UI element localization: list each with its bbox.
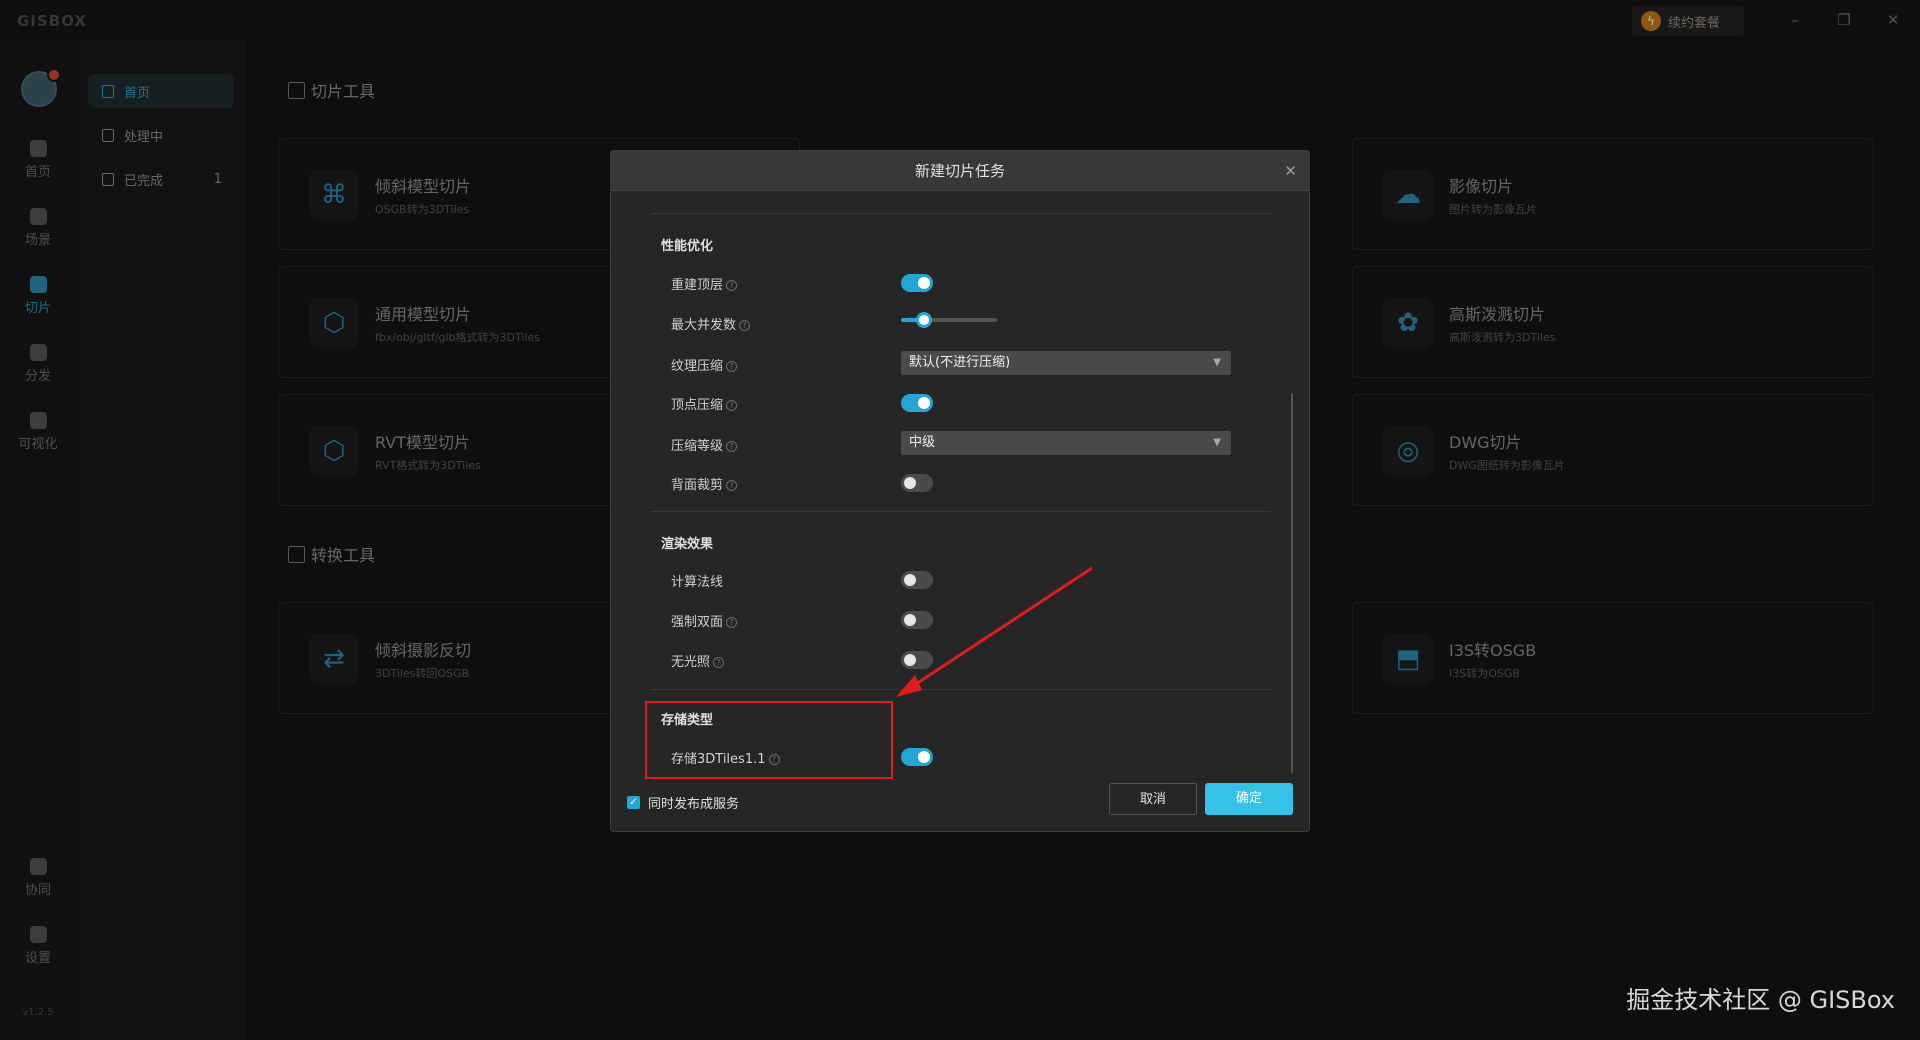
app-window: GISBOX ϟ 续约套餐 – ❐ ✕ 首页 场景 切片 分发 可视化 协同 设… <box>0 0 1920 1040</box>
annotation-arrow <box>896 566 1093 697</box>
watermark: 掘金技术社区 @ GISBox <box>1626 986 1895 1014</box>
